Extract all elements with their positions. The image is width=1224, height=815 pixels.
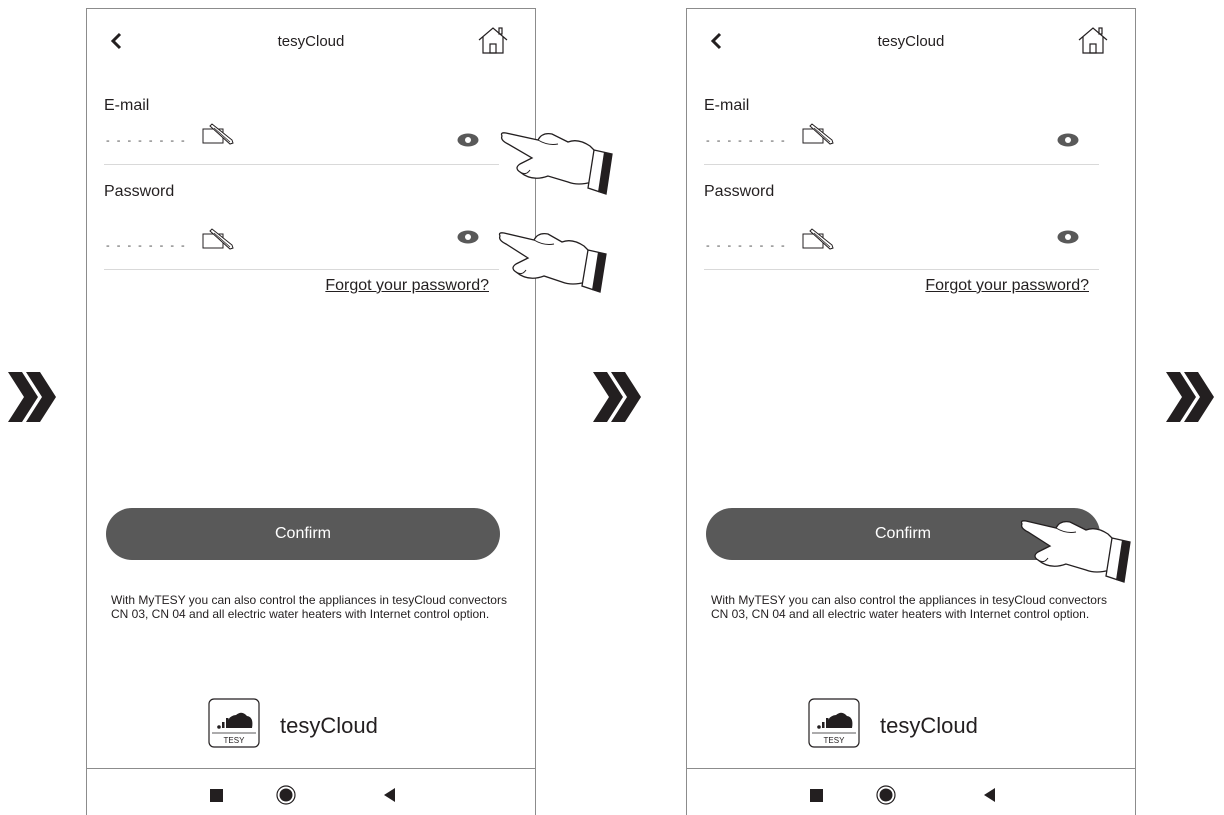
double-chevron-right-icon [8, 372, 56, 422]
header-title: tesyCloud [877, 33, 945, 50]
header-title: tesyCloud [277, 33, 345, 50]
forgot-password-link[interactable]: Forgot your password? [925, 277, 1089, 295]
home-icon[interactable] [1077, 25, 1109, 55]
password-field[interactable]: - - - - - - - - [106, 227, 246, 253]
app-header: tesyCloud [87, 9, 535, 71]
pencil-icon [802, 228, 834, 250]
nav-bar-divider [687, 768, 1135, 769]
logo-name: tesyCloud [880, 713, 978, 738]
info-text: With MyTESY you can also control the app… [111, 593, 507, 621]
eye-icon[interactable] [457, 133, 479, 147]
info-text: With MyTESY you can also control the app… [711, 593, 1107, 621]
tesy-cloud-logo-icon: TESY [208, 698, 260, 748]
nav-home-icon[interactable] [876, 785, 896, 805]
phone-screen-2: tesyCloud E-mail - - - - - - - - Passwor… [686, 8, 1136, 815]
pointing-hand-icon [1020, 520, 1131, 583]
pencil-icon [202, 228, 234, 250]
logo-name: tesyCloud [280, 713, 378, 738]
tesy-cloud-logo-icon: TESY [808, 698, 860, 748]
recent-apps-icon[interactable] [810, 789, 823, 802]
email-placeholder: - - - - - - - - [706, 135, 787, 147]
password-divider [104, 269, 499, 270]
home-icon[interactable] [477, 25, 509, 55]
double-chevron-right-icon [593, 372, 641, 422]
email-divider [104, 164, 499, 165]
app-header: tesyCloud [687, 9, 1135, 71]
email-field[interactable]: - - - - - - - - [706, 122, 846, 148]
password-placeholder: - - - - - - - - [106, 240, 187, 252]
email-placeholder: - - - - - - - - [106, 135, 187, 147]
email-label: E-mail [704, 97, 750, 114]
eye-icon[interactable] [457, 230, 479, 244]
password-label: Password [104, 183, 175, 200]
password-field[interactable]: - - - - - - - - [706, 227, 846, 253]
pointing-hand-icon [500, 132, 613, 195]
pencil-icon [202, 123, 234, 145]
email-field[interactable]: - - - - - - - - [106, 122, 246, 148]
pointing-hand-icon [498, 232, 607, 293]
confirm-button[interactable]: Confirm [106, 508, 500, 560]
password-label: Password [704, 183, 775, 200]
forgot-password-link[interactable]: Forgot your password? [325, 277, 489, 295]
phone-screen-1: tesyCloud E-mail - - - - - - - - Passwor… [86, 8, 536, 815]
recent-apps-icon[interactable] [210, 789, 223, 802]
password-divider [704, 269, 1099, 270]
logo-badge-text: TESY [824, 736, 846, 745]
nav-bar-divider [87, 768, 535, 769]
email-label: E-mail [104, 97, 150, 114]
tesy-logo: TESY [208, 698, 260, 748]
nav-back-icon[interactable] [382, 787, 398, 803]
double-chevron-right-icon [1166, 372, 1214, 422]
email-divider [704, 164, 1099, 165]
pencil-icon [802, 123, 834, 145]
eye-icon[interactable] [1057, 230, 1079, 244]
logo-badge-text: TESY [224, 736, 246, 745]
nav-back-icon[interactable] [982, 787, 998, 803]
password-placeholder: - - - - - - - - [706, 240, 787, 252]
tesy-logo: TESY [808, 698, 860, 748]
nav-home-icon[interactable] [276, 785, 296, 805]
eye-icon[interactable] [1057, 133, 1079, 147]
